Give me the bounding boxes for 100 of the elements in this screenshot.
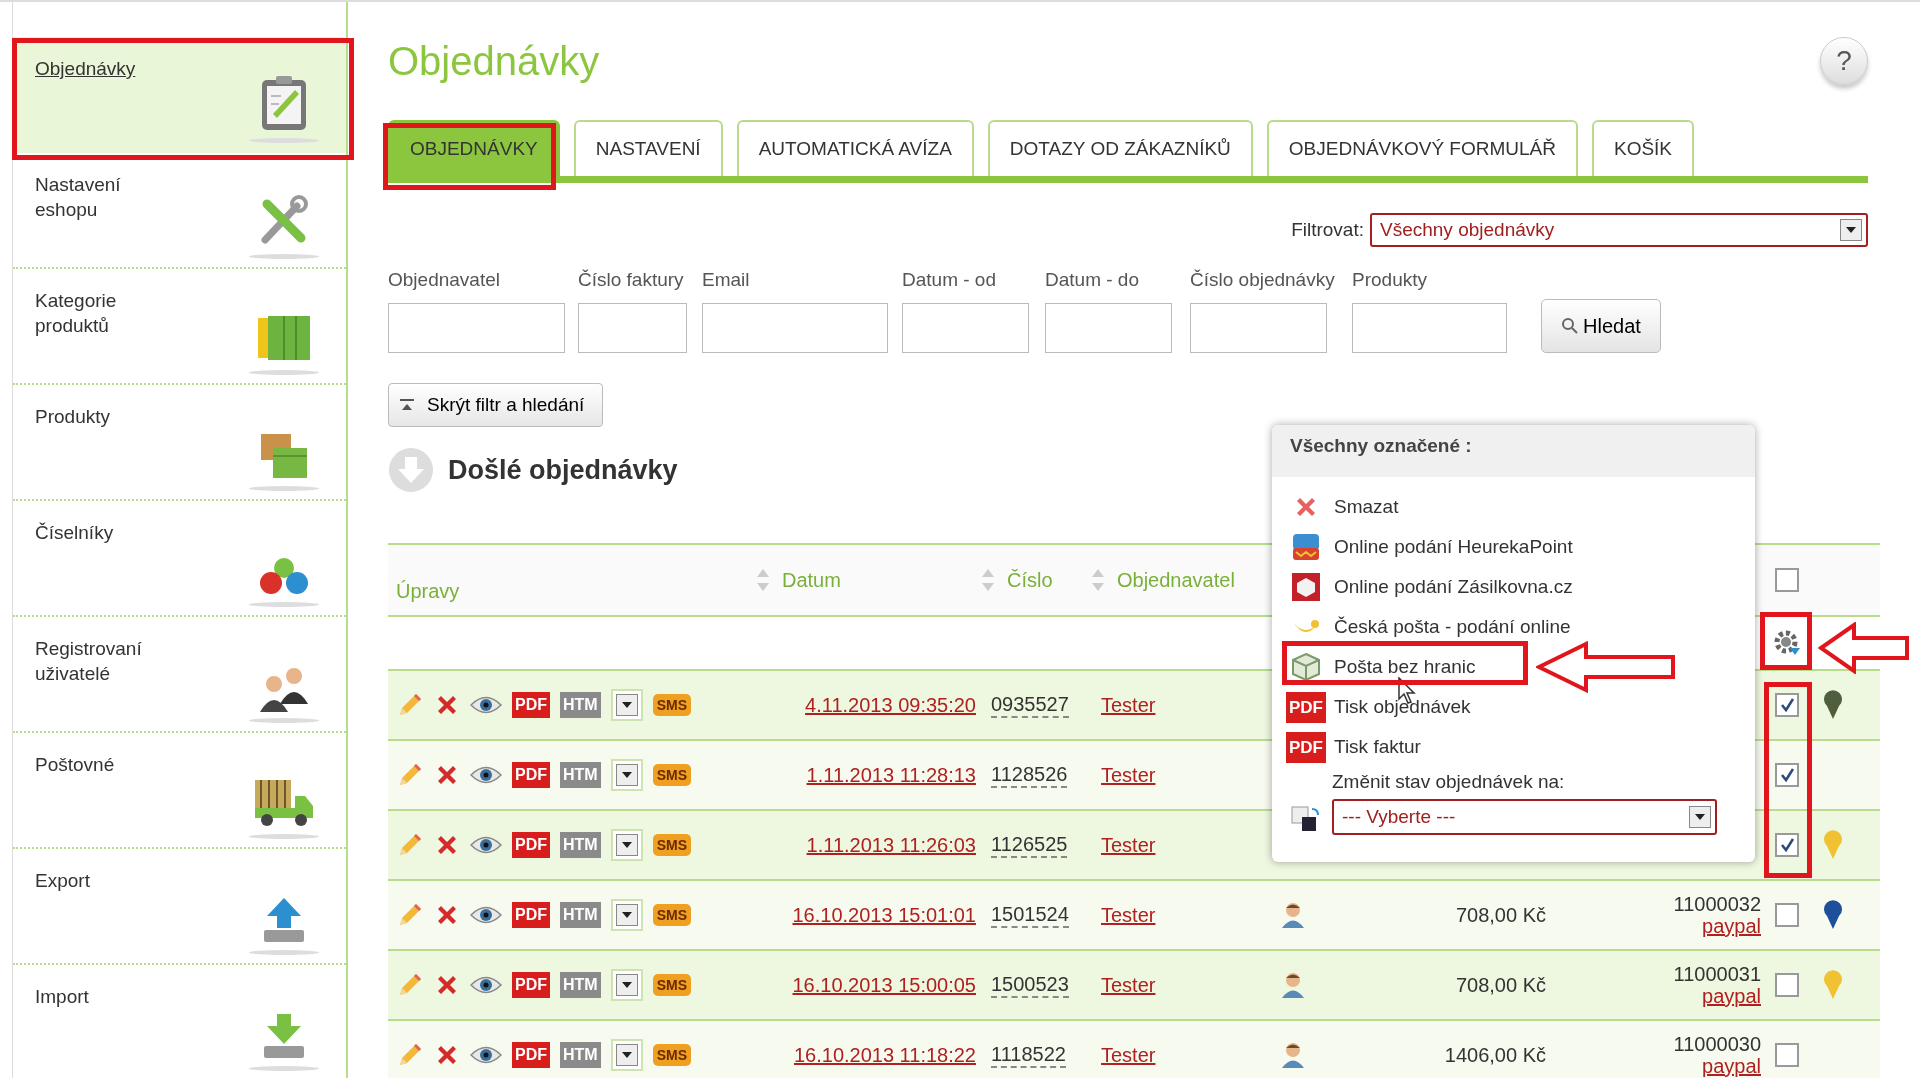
- sms-button[interactable]: SMS: [652, 694, 691, 716]
- sms-button[interactable]: SMS: [652, 974, 691, 996]
- htm-button[interactable]: HTM: [560, 832, 601, 858]
- input-field[interactable]: [1352, 303, 1507, 353]
- pdf-button[interactable]: PDF: [512, 902, 550, 928]
- sms-button[interactable]: SMS: [652, 1044, 691, 1066]
- tab[interactable]: DOTAZY OD ZÁKAZNÍKŮ: [987, 120, 1253, 176]
- eye-icon[interactable]: [470, 904, 502, 926]
- person-icon: [1281, 1041, 1305, 1069]
- input-field[interactable]: [1190, 303, 1327, 353]
- input-field[interactable]: [578, 303, 687, 353]
- eye-icon[interactable]: [470, 1044, 502, 1066]
- checkbox[interactable]: [1775, 973, 1799, 997]
- invoice-number: 11000030: [1673, 1033, 1761, 1055]
- htm-button[interactable]: HTM: [560, 972, 601, 998]
- menu-item[interactable]: Online podání Zásilkovna.cz: [1290, 571, 1573, 603]
- checkbox[interactable]: [1775, 763, 1799, 787]
- checkbox[interactable]: [1775, 833, 1799, 857]
- order-date-link[interactable]: 16.10.2013 11:18:22: [793, 1043, 976, 1067]
- htm-button[interactable]: HTM: [560, 762, 601, 788]
- dropdown-button[interactable]: [610, 759, 643, 791]
- customer-link[interactable]: Tester: [1101, 1043, 1156, 1067]
- input-field[interactable]: [902, 303, 1029, 353]
- hide-filter-button[interactable]: Skrýt filtr a hledání: [388, 383, 604, 427]
- status-dropdown[interactable]: --- Vyberte ---: [1332, 799, 1717, 835]
- download-icon: [261, 1012, 307, 1060]
- pdf-button[interactable]: PDF: [512, 762, 550, 788]
- checkbox[interactable]: [1775, 903, 1799, 927]
- input-field[interactable]: [388, 303, 565, 353]
- customer-link[interactable]: Tester: [1101, 903, 1156, 927]
- customer-link[interactable]: Tester: [1101, 833, 1156, 857]
- sidebar-item[interactable]: Nastavení eshopu: [13, 153, 346, 269]
- payment-link[interactable]: paypal: [1702, 985, 1761, 1007]
- dropdown-button[interactable]: [610, 689, 643, 721]
- pdf-icon: PDF: [1286, 691, 1326, 723]
- menu-item[interactable]: Česká pošta - podání online: [1290, 611, 1571, 643]
- parcel-icon: [1291, 572, 1321, 602]
- sidebar-item[interactable]: Číselníky: [13, 501, 346, 617]
- help-button[interactable]: ?: [1820, 37, 1868, 85]
- payment-link[interactable]: paypal: [1702, 1055, 1761, 1077]
- highlight-frame: [1760, 612, 1812, 670]
- tab[interactable]: NASTAVENÍ: [573, 120, 723, 176]
- menu-item[interactable]: Pošta bez hranic: [1290, 651, 1476, 683]
- sms-button[interactable]: SMS: [652, 764, 691, 786]
- eye-icon[interactable]: [470, 834, 502, 856]
- sms-button[interactable]: SMS: [652, 904, 691, 926]
- menu-item[interactable]: Online podání HeurekaPoint: [1290, 531, 1573, 563]
- tab[interactable]: OBJEDNÁVKY: [388, 120, 560, 176]
- order-date-link[interactable]: 16.10.2013 15:01:01: [792, 903, 976, 927]
- order-date-link[interactable]: 1.11.2013 11:28:13: [806, 763, 976, 787]
- dropdown-button[interactable]: [610, 899, 643, 931]
- checkmark-icon: [1779, 697, 1795, 713]
- sidebar-item[interactable]: Registrovaní uživatelé: [13, 617, 346, 733]
- sidebar-item[interactable]: Import: [13, 965, 346, 1078]
- search-button[interactable]: Hledat: [1541, 299, 1661, 353]
- field-label: Objednavatel: [388, 269, 501, 291]
- eye-icon[interactable]: [470, 764, 502, 786]
- input-field[interactable]: [1045, 303, 1172, 353]
- dropdown-button[interactable]: [610, 969, 643, 1001]
- sidebar-item[interactable]: Objednávky: [13, 37, 346, 153]
- customer-link[interactable]: Tester: [1101, 763, 1156, 787]
- dropdown-button[interactable]: [610, 1039, 643, 1071]
- pdf-button[interactable]: PDF: [512, 832, 550, 858]
- truck-icon: [253, 778, 315, 828]
- users-icon: [258, 666, 310, 712]
- checkbox[interactable]: [1775, 568, 1799, 592]
- order-number: 1118522: [991, 1042, 1066, 1068]
- order-date-link[interactable]: 1.11.2013 11:26:03: [806, 833, 976, 857]
- pdf-button[interactable]: PDF: [512, 972, 550, 998]
- tab[interactable]: AUTOMATICKÁ AVÍZA: [736, 120, 974, 176]
- filter-dropdown[interactable]: Všechny objednávky: [1370, 213, 1868, 247]
- person-icon: [1281, 971, 1305, 999]
- sidebar-item[interactable]: Poštovné: [13, 733, 346, 849]
- order-number: 1500523: [991, 972, 1069, 998]
- customer-link[interactable]: Tester: [1101, 693, 1156, 717]
- input-field[interactable]: [702, 303, 888, 353]
- customer-link[interactable]: Tester: [1101, 973, 1156, 997]
- order-date-link[interactable]: 4.11.2013 09:35:20: [805, 693, 976, 717]
- sidebar-item[interactable]: Produkty: [13, 385, 346, 501]
- tab[interactable]: OBJEDNÁVKOVÝ FORMULÁŘ: [1266, 120, 1578, 176]
- order-date-link[interactable]: 16.10.2013 15:00:05: [792, 973, 976, 997]
- tab[interactable]: KOŠÍK: [1591, 120, 1695, 176]
- sidebar-item[interactable]: Kategorie produktů: [13, 269, 346, 385]
- order-price: 708,00 Kč: [1455, 973, 1546, 997]
- menu-item[interactable]: Smazat: [1290, 491, 1399, 523]
- sms-button[interactable]: SMS: [652, 834, 691, 856]
- htm-button[interactable]: HTM: [560, 692, 601, 718]
- payment-link[interactable]: paypal: [1702, 915, 1761, 937]
- checkbox[interactable]: [1775, 1043, 1799, 1067]
- sidebar-item[interactable]: Export: [13, 849, 346, 965]
- pdf-button[interactable]: PDF: [512, 1042, 550, 1068]
- column-header: Úpravy: [396, 580, 460, 603]
- checkbox[interactable]: [1775, 693, 1799, 717]
- order-number: 0935527: [991, 692, 1069, 718]
- htm-button[interactable]: HTM: [560, 902, 601, 928]
- eye-icon[interactable]: [470, 974, 502, 996]
- eye-icon[interactable]: [470, 694, 502, 716]
- dropdown-button[interactable]: [610, 829, 643, 861]
- htm-button[interactable]: HTM: [560, 1042, 601, 1068]
- pdf-button[interactable]: PDF: [512, 692, 550, 718]
